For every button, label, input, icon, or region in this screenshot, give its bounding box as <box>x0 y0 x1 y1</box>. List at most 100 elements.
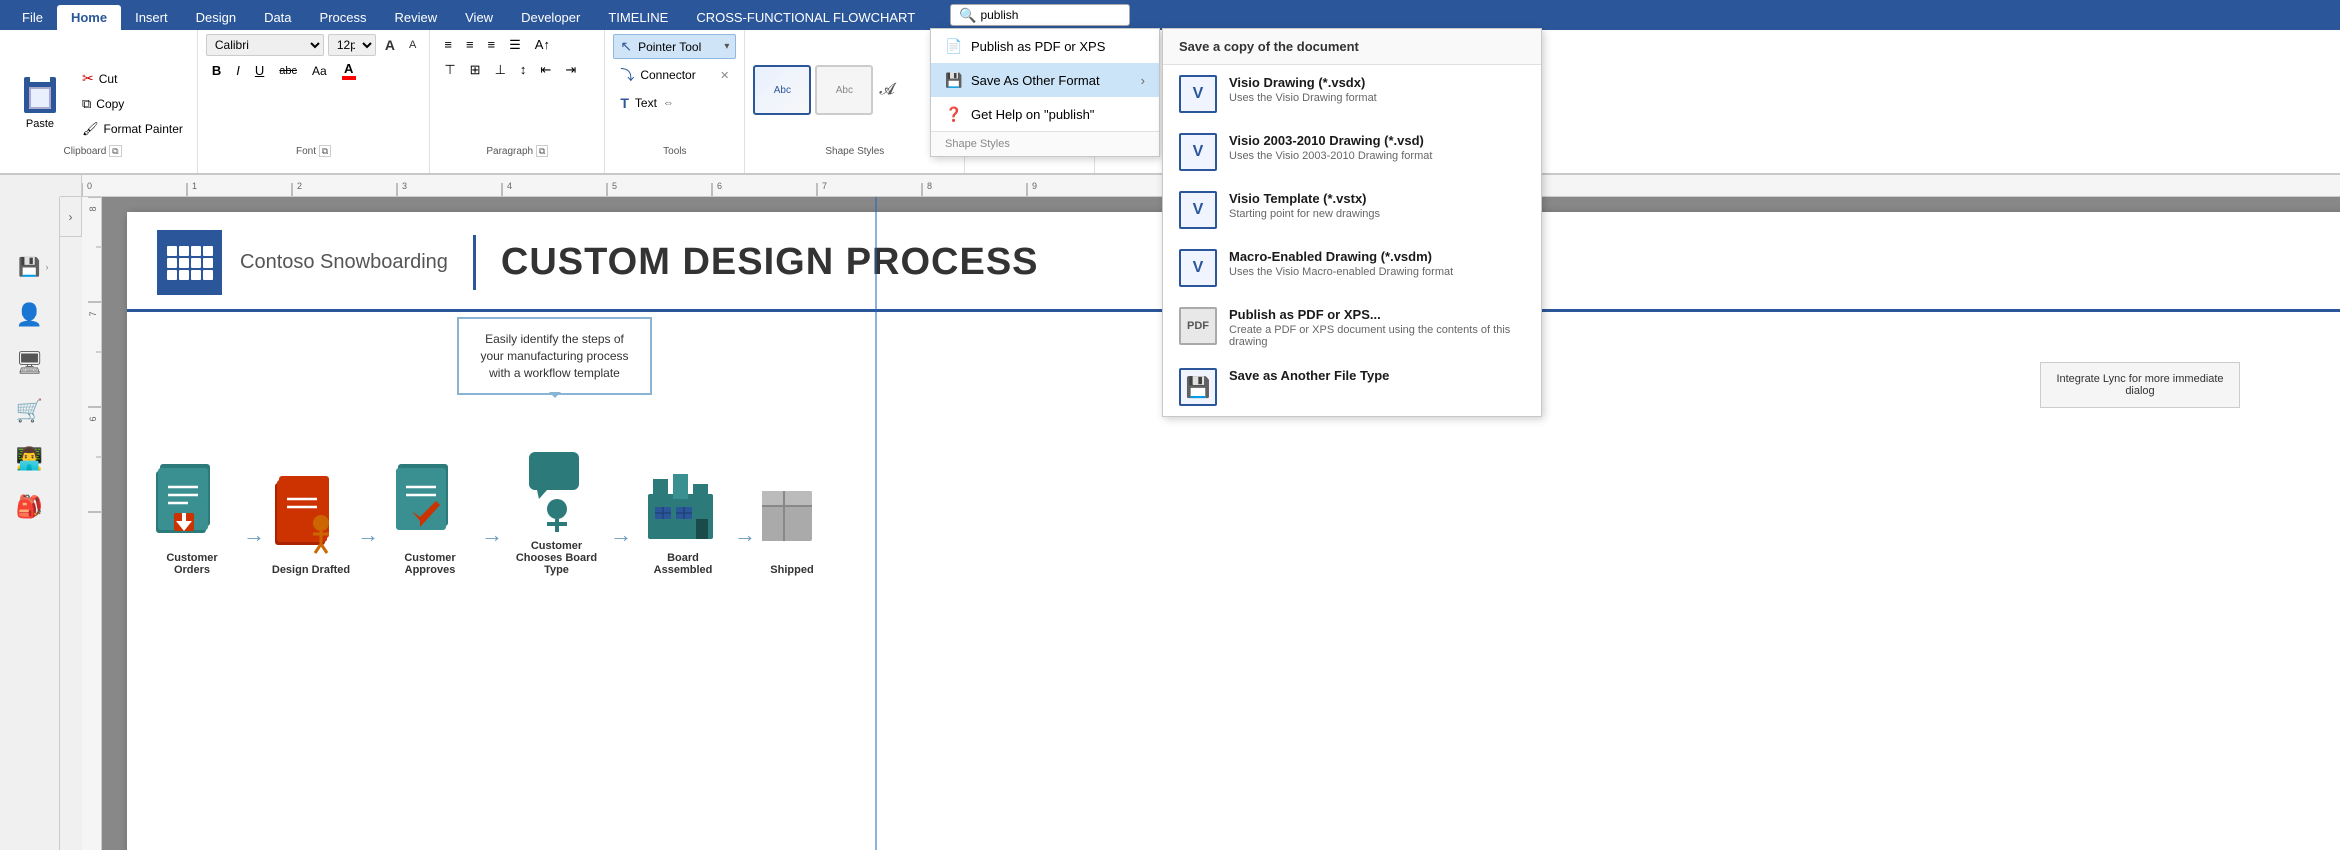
shape-sample-2[interactable]: Abc <box>815 65 873 115</box>
sidebar-screen-icon[interactable]: 🖥 <box>8 341 52 385</box>
bullets-button[interactable]: ☰ <box>503 34 527 56</box>
step-shipped: Shipped <box>762 471 822 576</box>
search-input[interactable] <box>980 8 1110 22</box>
font-color-button[interactable]: A <box>336 59 362 82</box>
strikethrough-button[interactable]: abc <box>273 63 303 79</box>
indent-right-button[interactable]: ⇥ <box>559 59 582 81</box>
line-spacing-button[interactable]: ↕ <box>514 59 533 81</box>
submenu-item-vstx[interactable]: V Visio Template (*.vstx) Starting point… <box>1163 181 1541 239</box>
paragraph-group: ≡ ≡ ≡ ☰ A↑ ⊤ ⊞ ⊥ ↕ ⇤ ⇥ Paragraph ⧉ <box>430 30 605 173</box>
help-menu-icon: ❓ <box>945 105 963 123</box>
left-sidebar: 💾 › 👤 🖥 🛒 👨‍💻 🎒 <box>0 197 60 850</box>
sidebar-person-icon[interactable]: 👤 <box>8 293 52 337</box>
tab-design[interactable]: Design <box>182 5 250 30</box>
submenu-item-pdf[interactable]: PDF Publish as PDF or XPS... Create a PD… <box>1163 297 1541 358</box>
font-shrink-button[interactable]: A <box>404 37 421 53</box>
tab-flowchart[interactable]: CROSS-FUNCTIONAL FLOWCHART <box>682 5 929 30</box>
arrow-1: → <box>243 522 265 548</box>
search-box[interactable]: 🔍 <box>950 4 1130 26</box>
step-customer-orders: Customer Orders <box>147 459 237 576</box>
svg-text:7: 7 <box>88 311 98 316</box>
copy-button[interactable]: ⧉ Copy <box>76 93 189 115</box>
arrow-2: → <box>357 522 379 548</box>
menu-item-save-as-other[interactable]: 💾 Save As Other Format › <box>931 63 1159 97</box>
paragraph-label: Paragraph ⧉ <box>438 146 596 157</box>
step-label-3: Customer Approves <box>385 552 475 576</box>
pointer-tool-button[interactable]: ↖ Pointer Tool ▾ <box>613 34 736 59</box>
vstx-title: Visio Template (*.vstx) <box>1229 191 1380 206</box>
submenu-header: Save a copy of the document <box>1163 29 1541 65</box>
sidebar-cart-icon[interactable]: 🛒 <box>8 389 52 433</box>
format-painter-icon: 🖌 <box>82 121 99 137</box>
menu-section-label: Shape Styles <box>931 131 1159 156</box>
tab-developer[interactable]: Developer <box>507 5 594 30</box>
paste-icon <box>19 74 61 116</box>
tab-process[interactable]: Process <box>306 5 381 30</box>
vsdm-desc: Uses the Visio Macro-enabled Drawing for… <box>1229 266 1453 278</box>
menu-item-publish-pdf[interactable]: 📄 Publish as PDF or XPS <box>931 29 1159 63</box>
connector-button[interactable]: ⤵ Connector ✕ <box>613 61 736 89</box>
pdf-icon: PDF <box>1179 307 1217 345</box>
align-center-button[interactable]: ≡ <box>460 34 480 56</box>
cut-icon: ✂ <box>82 70 94 87</box>
sidebar-bag-icon[interactable]: 🎒 <box>8 485 52 529</box>
pdf-menu-icon: 📄 <box>945 37 963 55</box>
submenu-item-vsdm[interactable]: V Macro-Enabled Drawing (*.vsdm) Uses th… <box>1163 239 1541 297</box>
underline-button[interactable]: U <box>249 61 270 80</box>
tab-review[interactable]: Review <box>381 5 452 30</box>
shape-sample-1[interactable]: Abc <box>753 65 811 115</box>
sidebar-computer-user-icon[interactable]: 👨‍💻 <box>8 437 52 481</box>
pointer-dropdown-icon[interactable]: ▾ <box>724 41 729 52</box>
close-icon[interactable]: ✕ <box>720 69 729 82</box>
indent-left-button[interactable]: ⇤ <box>534 59 557 81</box>
text-tool-button[interactable]: T Text ⇔ <box>613 91 736 115</box>
vsdm-title: Macro-Enabled Drawing (*.vsdm) <box>1229 249 1453 264</box>
vsd-icon: V <box>1179 133 1217 171</box>
step-label-5: Board Assembled <box>638 552 728 576</box>
submenu-item-other[interactable]: 💾 Save as Another File Type <box>1163 358 1541 416</box>
sidebar-save-icon[interactable]: 💾 › <box>8 245 52 289</box>
arrow-4: → <box>610 522 632 548</box>
case-button[interactable]: Aa <box>306 62 333 80</box>
step-board-assembled: Board Assembled <box>638 459 728 576</box>
font-size-select[interactable]: 12pt. <box>328 34 376 56</box>
workflow-steps: Customer Orders → <box>147 447 2340 576</box>
tab-insert[interactable]: Insert <box>121 5 182 30</box>
shape-gallery-icon: 𝓐 <box>879 81 894 99</box>
pdf-title: Publish as PDF or XPS... <box>1229 307 1525 322</box>
submenu-item-vsd[interactable]: V Visio 2003-2010 Drawing (*.vsd) Uses t… <box>1163 123 1541 181</box>
callout-box: Easily identify the steps of your manufa… <box>457 317 652 395</box>
tab-home[interactable]: Home <box>57 5 121 30</box>
valign-mid-button[interactable]: ⊞ <box>464 59 487 81</box>
vstx-icon: V <box>1179 191 1217 229</box>
increase-indent-button[interactable]: A↑ <box>529 34 556 56</box>
svg-text:6: 6 <box>88 416 98 421</box>
vsd-desc: Uses the Visio 2003-2010 Drawing format <box>1229 150 1432 162</box>
tools-group: ↖ Pointer Tool ▾ ⤵ Connector ✕ T Text ⇔ … <box>605 30 745 173</box>
panel-toggle[interactable]: › <box>60 197 82 237</box>
align-left-button[interactable]: ≡ <box>438 34 458 56</box>
tab-timeline[interactable]: TIMELINE <box>594 5 682 30</box>
tab-view[interactable]: View <box>451 5 507 30</box>
font-grow-button[interactable]: A <box>380 35 400 55</box>
bold-button[interactable]: B <box>206 61 227 80</box>
doc-title-divider <box>473 235 476 290</box>
font-group: Calibri 12pt. A A B I U abc Aa A Font ⧉ <box>198 30 430 173</box>
italic-button[interactable]: I <box>230 61 246 80</box>
valign-bot-button[interactable]: ⊥ <box>489 59 512 81</box>
format-painter-button[interactable]: 🖌 Format Painter <box>76 118 189 140</box>
tab-file[interactable]: File <box>8 5 57 30</box>
paste-button[interactable]: Paste <box>8 69 72 135</box>
cut-button[interactable]: ✂ Cut <box>76 67 189 90</box>
tab-data[interactable]: Data <box>250 5 305 30</box>
font-family-select[interactable]: Calibri <box>206 34 324 56</box>
submenu-item-vsdx[interactable]: V Visio Drawing (*.vsdx) Uses the Visio … <box>1163 65 1541 123</box>
svg-text:2: 2 <box>297 181 302 191</box>
other-icon: 💾 <box>1179 368 1217 406</box>
menu-item-get-help[interactable]: ❓ Get Help on "publish" <box>931 97 1159 131</box>
valign-top-button[interactable]: ⊤ <box>438 59 461 81</box>
align-right-button[interactable]: ≡ <box>482 34 502 56</box>
submenu-arrow-icon: › <box>1141 73 1145 88</box>
svg-text:0: 0 <box>87 181 92 191</box>
blue-indicator-line <box>875 197 877 850</box>
